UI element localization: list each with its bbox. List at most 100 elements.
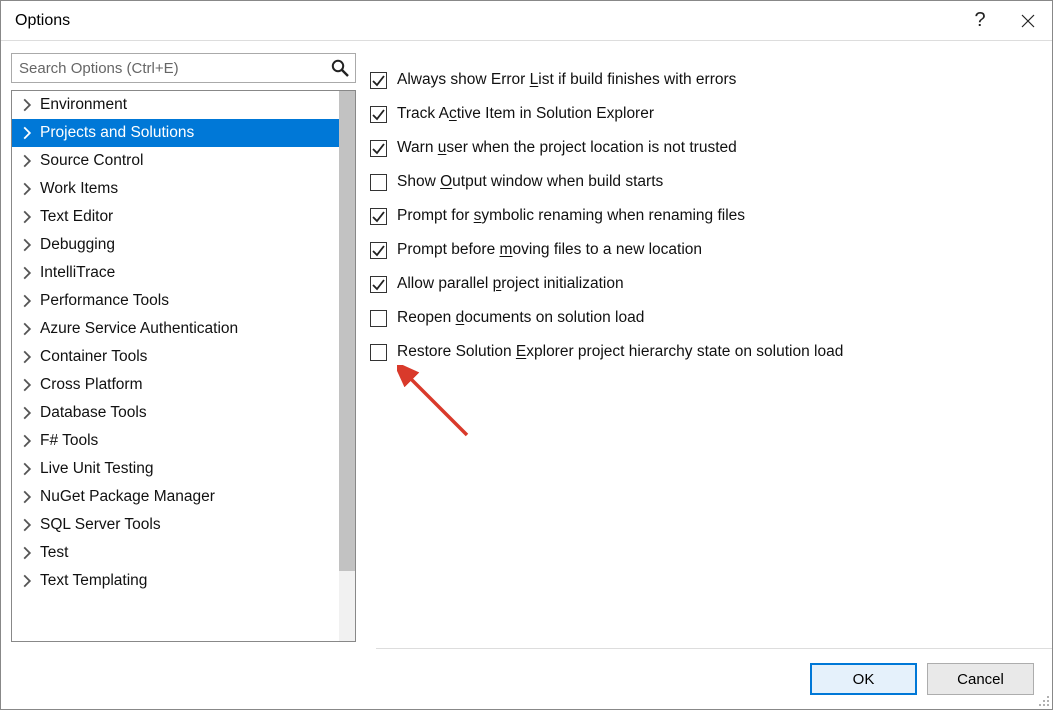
option-row: Warn user when the project location is n… xyxy=(370,131,1042,165)
chevron-right-icon xyxy=(20,238,34,252)
chevron-right-icon xyxy=(20,154,34,168)
tree-item[interactable]: Work Items xyxy=(12,175,339,203)
option-row: Always show Error List if build finishes… xyxy=(370,63,1042,97)
tree-item[interactable]: NuGet Package Manager xyxy=(12,483,339,511)
option-label[interactable]: Always show Error List if build finishes… xyxy=(397,71,736,89)
tree-item[interactable]: F# Tools xyxy=(12,427,339,455)
options-dialog: Options ? Environment Projects and Soluti… xyxy=(0,0,1053,710)
check-icon xyxy=(372,244,385,257)
chevron-right-icon xyxy=(20,350,34,364)
close-button[interactable] xyxy=(1004,1,1052,41)
chevron-right-icon xyxy=(20,406,34,420)
tree-item-label: Debugging xyxy=(40,236,115,254)
ok-button[interactable]: OK xyxy=(810,663,917,695)
option-checkbox[interactable] xyxy=(370,140,387,157)
tree-item-label: Work Items xyxy=(40,180,118,198)
tree-item-label: Cross Platform xyxy=(40,376,143,394)
chevron-right-icon xyxy=(20,266,34,280)
chevron-right-icon xyxy=(20,210,34,224)
chevron-right-icon xyxy=(20,462,34,476)
check-icon xyxy=(372,74,385,87)
dialog-footer: OK Cancel xyxy=(1,649,1052,709)
tree-item-label: Live Unit Testing xyxy=(40,460,153,478)
settings-panel: Always show Error List if build finishes… xyxy=(370,53,1042,642)
tree-item[interactable]: Text Editor xyxy=(12,203,339,231)
chevron-right-icon xyxy=(20,574,34,588)
option-checkbox[interactable] xyxy=(370,106,387,123)
chevron-right-icon xyxy=(20,490,34,504)
option-checkbox[interactable] xyxy=(370,310,387,327)
check-icon xyxy=(372,142,385,155)
left-column: Environment Projects and Solutions Source … xyxy=(11,53,356,642)
tree-item[interactable]: Performance Tools xyxy=(12,287,339,315)
option-label[interactable]: Prompt for symbolic renaming when renami… xyxy=(397,207,745,225)
search-input[interactable] xyxy=(11,53,356,83)
chevron-right-icon xyxy=(20,182,34,196)
option-checkbox[interactable] xyxy=(370,174,387,191)
check-icon xyxy=(372,108,385,121)
content-area: Environment Projects and Solutions Source … xyxy=(1,41,1052,648)
tree-scrollbar[interactable] xyxy=(339,91,355,641)
option-row: Prompt before moving files to a new loca… xyxy=(370,233,1042,267)
tree-item-label: Test xyxy=(40,544,68,562)
help-button[interactable]: ? xyxy=(956,1,1004,41)
chevron-right-icon xyxy=(20,378,34,392)
option-checkbox[interactable] xyxy=(370,242,387,259)
tree-item[interactable]: Cross Platform xyxy=(12,371,339,399)
chevron-right-icon xyxy=(20,518,34,532)
tree-item[interactable]: Projects and Solutions xyxy=(12,119,339,147)
dialog-title: Options xyxy=(1,12,956,30)
chevron-right-icon xyxy=(20,126,34,140)
tree-item[interactable]: SQL Server Tools xyxy=(12,511,339,539)
search-wrapper xyxy=(11,53,356,83)
tree-item[interactable]: Live Unit Testing xyxy=(12,455,339,483)
option-checkbox[interactable] xyxy=(370,208,387,225)
scrollbar-thumb[interactable] xyxy=(339,91,355,571)
tree-item[interactable]: Azure Service Authentication xyxy=(12,315,339,343)
tree-item-label: Performance Tools xyxy=(40,292,169,310)
tree-item[interactable]: Container Tools xyxy=(12,343,339,371)
tree-item-label: IntelliTrace xyxy=(40,264,115,282)
tree-item[interactable]: Test xyxy=(12,539,339,567)
option-label[interactable]: Restore Solution Explorer project hierar… xyxy=(397,343,843,361)
search-icon xyxy=(331,59,349,77)
option-checkbox[interactable] xyxy=(370,344,387,361)
tree-item[interactable]: Database Tools xyxy=(12,399,339,427)
tree-item[interactable]: Debugging xyxy=(12,231,339,259)
option-row: Show Output window when build starts xyxy=(370,165,1042,199)
tree-item[interactable]: Text Templating xyxy=(12,567,339,595)
titlebar: Options ? xyxy=(1,1,1052,41)
tree-item-label: F# Tools xyxy=(40,432,98,450)
option-label[interactable]: Track Active Item in Solution Explorer xyxy=(397,105,654,123)
resize-grip-icon[interactable] xyxy=(1036,693,1050,707)
tree-item-label: Environment xyxy=(40,96,127,114)
cancel-button[interactable]: Cancel xyxy=(927,663,1034,695)
tree-item-label: Container Tools xyxy=(40,348,147,366)
check-icon xyxy=(372,210,385,223)
option-row: Restore Solution Explorer project hierar… xyxy=(370,335,1042,369)
tree-item[interactable]: Environment xyxy=(12,91,339,119)
option-label[interactable]: Show Output window when build starts xyxy=(397,173,663,191)
option-checkbox[interactable] xyxy=(370,276,387,293)
option-label[interactable]: Prompt before moving files to a new loca… xyxy=(397,241,702,259)
option-row: Prompt for symbolic renaming when renami… xyxy=(370,199,1042,233)
tree-item-label: SQL Server Tools xyxy=(40,516,161,534)
chevron-right-icon xyxy=(20,322,34,336)
tree-item-label: NuGet Package Manager xyxy=(40,488,215,506)
option-label[interactable]: Allow parallel project initialization xyxy=(397,275,624,293)
close-icon xyxy=(1021,14,1035,28)
tree-item[interactable]: IntelliTrace xyxy=(12,259,339,287)
chevron-right-icon xyxy=(20,546,34,560)
option-row: Reopen documents on solution load xyxy=(370,301,1042,335)
category-tree[interactable]: Environment Projects and Solutions Source … xyxy=(11,90,356,642)
option-checkbox[interactable] xyxy=(370,72,387,89)
tree-item-label: Source Control xyxy=(40,152,143,170)
option-row: Track Active Item in Solution Explorer xyxy=(370,97,1042,131)
option-row: Allow parallel project initialization xyxy=(370,267,1042,301)
option-label[interactable]: Reopen documents on solution load xyxy=(397,309,644,327)
chevron-right-icon xyxy=(20,434,34,448)
chevron-right-icon xyxy=(20,98,34,112)
option-label[interactable]: Warn user when the project location is n… xyxy=(397,139,737,157)
chevron-right-icon xyxy=(20,294,34,308)
tree-item[interactable]: Source Control xyxy=(12,147,339,175)
